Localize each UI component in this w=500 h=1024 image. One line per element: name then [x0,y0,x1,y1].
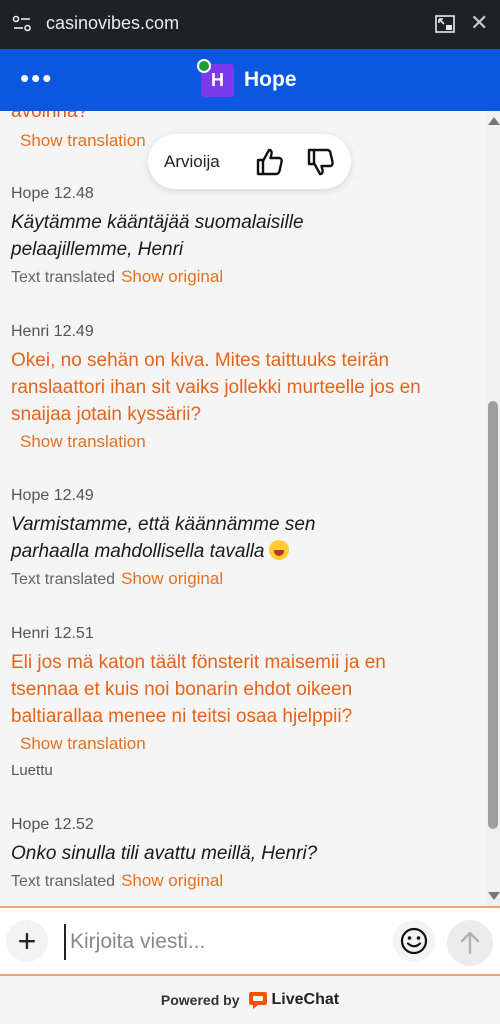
rating-widget: Arvioija [148,134,351,189]
message-meta: Henri 12.51 [11,625,94,642]
message-agent: Hope 12.49 Varmistamme, että käännämme s… [11,487,471,589]
message-meta: Henri 12.49 [11,323,94,340]
thumbs-up-icon[interactable] [255,147,285,177]
show-original-link[interactable]: Show original [121,871,223,890]
send-button[interactable] [447,920,493,966]
message-text: Onko sinulla tili avattu meillä, Henri? [11,843,318,864]
arrow-up-icon [460,931,480,955]
message-text: Okei, no sehän on kiva. Mites taittuuks … [11,350,421,425]
livechat-logo-icon [248,992,267,1009]
show-original-link[interactable]: Show original [121,569,223,588]
message-meta: Hope 12.52 [11,816,94,833]
message-footer: Text translated Show original [11,871,471,891]
add-attachment-button[interactable]: + [6,920,48,962]
message-fragment: avoinna? [11,111,89,122]
message-user: Henri 12.51 Eli jos mä katon täält fönst… [11,625,471,779]
site-url[interactable]: casinovibes.com [46,13,179,34]
message-text: Varmistamme, että käännämme sen parhaall… [11,514,316,562]
message-composer: + [0,906,500,976]
message-agent: Hope 12.48 Käytämme kääntäjää suomalaisi… [11,185,471,287]
avatar-initial: H [211,70,224,90]
message-text: Käytämme kääntäjää suomalaisille pelaaji… [11,212,304,260]
online-status-dot [197,59,211,73]
message-agent: Hope 12.52 Onko sinulla tili avattu meil… [11,816,471,891]
site-settings-icon[interactable] [12,15,32,33]
read-receipt: Luettu [11,762,53,779]
thumbs-down-icon[interactable] [306,147,336,177]
menu-button[interactable]: ••• [20,65,53,91]
show-translation-link[interactable]: Show translation [20,131,146,151]
scroll-up-arrow-icon[interactable] [488,117,500,125]
message-footer: Text translated Show original [11,569,471,589]
livechat-brand[interactable]: LiveChat [272,991,340,1009]
message-meta: Hope 12.49 [11,487,94,504]
show-translation-link[interactable]: Show translation [20,734,146,753]
close-icon[interactable]: ✕ [470,11,488,35]
scroll-down-arrow-icon[interactable] [488,892,500,900]
translated-label: Text translated [11,873,116,890]
scrollbar[interactable] [486,111,500,906]
agent-name: Hope [244,68,297,91]
emoji-button[interactable] [393,920,435,962]
laughing-emoji-icon [268,540,289,560]
show-translation-link[interactable]: Show translation [20,432,146,451]
chat-header: ••• H Hope [0,49,500,111]
scrollbar-thumb[interactable] [488,401,498,829]
app-window: casinovibes.com ✕ ••• H Hope avoinna? Sh… [0,0,500,1024]
message-list: avoinna? Show translation Hope 12.48 Käy… [0,111,486,906]
message-footer: Text translated Show original [11,267,471,287]
browser-bar: casinovibes.com ✕ [0,0,500,49]
smiley-icon [400,927,428,955]
show-original-link[interactable]: Show original [121,267,223,286]
message-user: Henri 12.49 Okei, no sehän on kiva. Mite… [11,323,471,452]
message-text: Eli jos mä katon täält fönsterit maisemi… [11,652,386,727]
powered-by-footer: Powered by LiveChat [0,976,500,1024]
rating-label: Arvioija [164,152,220,171]
translated-label: Text translated [11,571,116,588]
translated-label: Text translated [11,269,116,286]
expand-icon[interactable] [435,15,455,33]
powered-by-label: Powered by [160,992,240,1008]
message-input[interactable] [64,924,384,960]
